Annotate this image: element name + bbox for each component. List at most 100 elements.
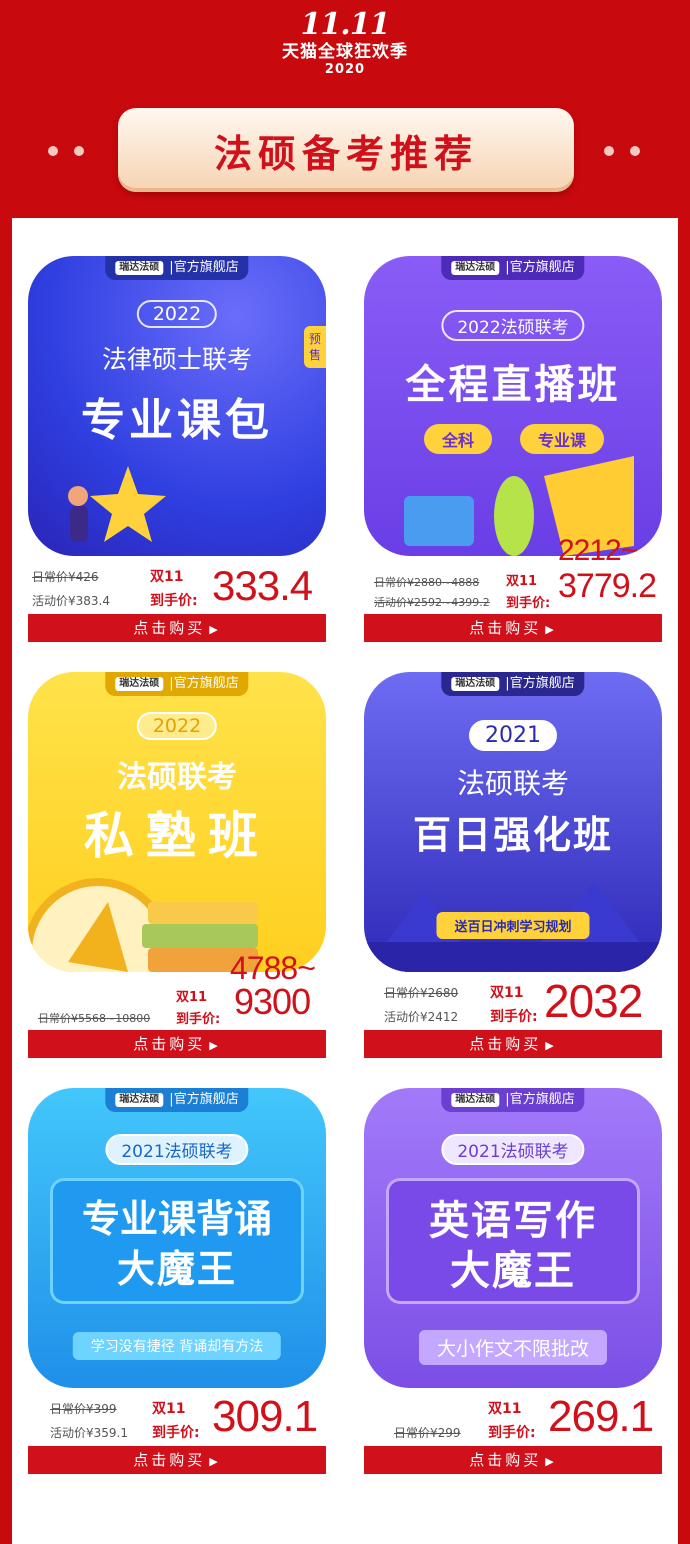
store-tab: 瑞达法硕 |官方旗舰店: [105, 256, 249, 280]
promo-banner: 大小作文不限批改: [418, 1330, 608, 1365]
product-panel: 瑞达法硕 |官方旗舰店 2022 法律硕士联考 专业课包 预售 日常价¥426 活…: [12, 218, 678, 1544]
year-tag: 2022法硕联考: [441, 310, 585, 341]
product-title-line1: 专业课背诵: [81, 1197, 272, 1241]
store-tab: 瑞达法硕 |官方旗舰店: [441, 672, 585, 696]
store-tab: 瑞达法硕 |官方旗舰店: [441, 1088, 585, 1112]
price-area: 日常价¥399 活动价¥359.1 双11 到手价: 309.1: [28, 1388, 326, 1446]
presale-badge: 预售: [304, 326, 326, 368]
orig-price: 日常价¥399: [50, 1402, 117, 1416]
store-label: 官方旗舰店: [173, 1092, 239, 1107]
price-area: 日常价¥2680 活动价¥2412 双11 到手价: 2032: [364, 972, 662, 1030]
buy-button[interactable]: 点击购买 ▶: [28, 1446, 326, 1474]
store-brand: 瑞达法硕: [115, 677, 164, 691]
store-label: 官方旗舰店: [509, 1092, 575, 1107]
star-figure-illustration: [68, 466, 166, 542]
decor-dot: [630, 146, 640, 156]
store-brand: 瑞达法硕: [451, 1093, 500, 1107]
activity-price: 活动价¥2412: [384, 1010, 459, 1024]
product-poster[interactable]: 瑞达法硕 |官方旗舰店 2022 法律硕士联考 专业课包 预售: [28, 256, 326, 556]
final-price-label: 到手价:: [176, 1012, 221, 1027]
product-card-100-day-class[interactable]: 瑞达法硕 |官方旗舰店 2021 法硕联考 百日强化班 送百日冲刺学习规划 日常价…: [364, 634, 662, 1058]
activity-price: 活动价¥2592~4399.2: [374, 596, 490, 609]
chip-all-subjects: 全科: [424, 424, 493, 454]
product-card-english-writing-master[interactable]: 瑞达法硕 |官方旗舰店 2021法硕联考 英语写作 大魔王 大小作文不限批改 日常…: [364, 1050, 662, 1474]
year-tag: 2021法硕联考: [441, 1134, 585, 1165]
final-price-label: 到手价:: [152, 1425, 200, 1441]
play-arrow-icon: ▶: [545, 1455, 557, 1468]
final-price: 309.1: [212, 1392, 318, 1441]
store-tab: 瑞达法硕 |官方旗舰店: [441, 256, 585, 280]
double11-label: 双11: [152, 1401, 186, 1417]
store-brand: 瑞达法硕: [115, 1093, 164, 1107]
final-price-range-start: 2212~: [558, 534, 638, 567]
store-brand: 瑞达法硕: [451, 261, 500, 275]
buy-label: 点击购买: [469, 1451, 542, 1469]
year-pill: 2022: [136, 300, 218, 328]
final-price: 2032: [544, 975, 643, 1027]
orig-price: 日常价¥426: [32, 570, 99, 584]
store-label: 官方旗舰店: [509, 260, 575, 275]
product-poster[interactable]: 瑞达法硕 |官方旗舰店 2022 法硕联考 私塾班: [28, 672, 326, 972]
product-card-private-class[interactable]: 瑞达法硕 |官方旗舰店 2022 法硕联考 私塾班 日常价¥5568~10800 …: [28, 634, 326, 1058]
year-pill: 2022: [136, 712, 218, 740]
double11-label: 双11: [488, 1401, 522, 1417]
buy-label: 点击购买: [133, 1451, 206, 1469]
logo-mark: 11.11: [300, 7, 391, 42]
final-price-label: 到手价:: [150, 593, 198, 609]
price-area: 日常价¥2880~4888 活动价¥2592~4399.2 双11 到手价: 2…: [364, 534, 662, 614]
promo-header: 11.11 天猫全球狂欢季 2020 法硕备考推荐: [0, 0, 690, 210]
product-title-line2: 大魔王: [116, 1247, 237, 1291]
final-price: 269.1: [548, 1392, 654, 1441]
product-title: 全程直播班: [405, 362, 621, 408]
double11-label: 双11: [506, 574, 538, 589]
double11-label: 双11: [490, 985, 524, 1001]
decor-dot: [604, 146, 614, 156]
activity-price: 活动价¥359.1: [50, 1426, 129, 1440]
product-title: 百日强化班: [412, 813, 613, 857]
final-price-range-end: 3779.2: [558, 567, 657, 605]
final-price-range-end: 9300: [234, 981, 311, 1022]
orig-price: 日常价¥2880~4888: [374, 576, 480, 589]
store-label: 官方旗舰店: [173, 676, 239, 691]
product-poster[interactable]: 瑞达法硕 |官方旗舰店 2021法硕联考 英语写作 大魔王 大小作文不限批改: [364, 1088, 662, 1388]
year-pill: 2021: [469, 720, 557, 751]
logo-text: 天猫全球狂欢季: [282, 42, 408, 62]
price-area: 日常价¥299 双11 到手价: 269.1: [364, 1388, 662, 1446]
product-card-live-class[interactable]: 瑞达法硕 |官方旗舰店 2022法硕联考 全程直播班 全科 专业课 日常价¥288…: [364, 218, 662, 642]
product-poster[interactable]: 瑞达法硕 |官方旗舰店 2021法硕联考 专业课背诵 大魔王 学习没有捷径 背诵却…: [28, 1088, 326, 1388]
store-brand: 瑞达法硕: [451, 677, 500, 691]
product-title-line2: 大魔王: [450, 1248, 576, 1294]
double11-label: 双11: [150, 569, 184, 585]
store-brand: 瑞达法硕: [115, 261, 164, 275]
product-card-recitation-master[interactable]: 瑞达法硕 |官方旗舰店 2021法硕联考 专业课背诵 大魔王 学习没有捷径 背诵却…: [28, 1050, 326, 1474]
store-label: 官方旗舰店: [509, 676, 575, 691]
product-subtitle: 法硕联考: [456, 767, 569, 800]
product-subtitle: 法律硕士联考: [101, 345, 252, 374]
tmall-1111-logo: 11.11 天猫全球狂欢季 2020: [0, 8, 690, 78]
logo-year: 2020: [324, 62, 366, 77]
buy-button[interactable]: 点击购买 ▶: [364, 1446, 662, 1474]
final-price-label: 到手价:: [488, 1425, 536, 1441]
section-title: 法硕备考推荐: [213, 131, 478, 176]
store-tab: 瑞达法硕 |官方旗舰店: [105, 672, 249, 696]
price-area: 日常价¥426 活动价¥383.4 双11 到手价: 333.4: [28, 556, 326, 614]
final-price-label: 到手价:: [506, 596, 551, 611]
store-label: 官方旗舰店: [173, 260, 239, 275]
product-poster[interactable]: 瑞达法硕 |官方旗舰店 2022法硕联考 全程直播班 全科 专业课: [364, 256, 662, 556]
product-poster[interactable]: 瑞达法硕 |官方旗舰店 2021 法硕联考 百日强化班 送百日冲刺学习规划: [364, 672, 662, 972]
double11-label: 双11: [176, 990, 208, 1005]
chip-professional: 专业课: [520, 424, 605, 454]
year-tag: 2021法硕联考: [105, 1134, 249, 1165]
orig-price: 日常价¥2680: [384, 986, 459, 1000]
product-title: 私塾班: [84, 807, 270, 865]
store-tab: 瑞达法硕 |官方旗舰店: [105, 1088, 249, 1112]
product-card-professional-package[interactable]: 瑞达法硕 |官方旗舰店 2022 法律硕士联考 专业课包 预售 日常价¥426 活…: [28, 218, 326, 642]
final-price: 333.4: [212, 562, 313, 609]
price-area: 日常价¥5568~10800 双11 到手价: 4788~ 9300: [28, 950, 326, 1030]
activity-price: 活动价¥383.4: [32, 594, 111, 608]
orig-price: 日常价¥299: [394, 1426, 461, 1440]
section-title-banner: 法硕备考推荐: [118, 108, 574, 192]
promo-banner: 学习没有捷径 背诵却有方法: [72, 1332, 282, 1360]
decor-dot: [48, 146, 58, 156]
product-title: 专业课包: [81, 395, 273, 446]
